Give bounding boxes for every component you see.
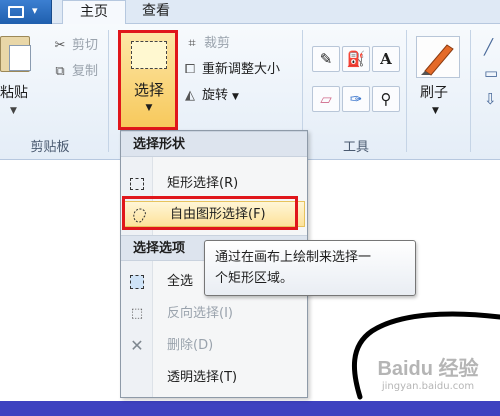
magnifier-tool[interactable]: ⚲ bbox=[372, 86, 400, 112]
ribbon-tabstrip: ▾ 主页 查看 bbox=[0, 0, 500, 25]
group-separator bbox=[108, 30, 109, 152]
cut-label: 剪切 bbox=[72, 38, 99, 53]
crop-label: 裁剪 bbox=[204, 36, 231, 51]
app-menu-button[interactable]: ▾ bbox=[0, 0, 52, 24]
menu-item-rect-select[interactable]: 矩形选择(R) bbox=[121, 171, 307, 197]
copy-icon: ⧉ bbox=[55, 64, 65, 79]
shape-arrow-icon[interactable]: ⇩ bbox=[484, 90, 497, 108]
shape-rectangle-icon[interactable]: ▭ bbox=[484, 64, 498, 82]
watermark-logo: Baidu 经验 bbox=[377, 358, 479, 380]
clipboard-group-label: 剪贴板 bbox=[30, 140, 70, 155]
brush-icon bbox=[421, 44, 454, 76]
delete-label: 删除(D) bbox=[167, 338, 214, 353]
fill-bucket-icon: ⛽ bbox=[346, 50, 366, 68]
crop-icon: ⌗ bbox=[188, 36, 196, 51]
group-separator bbox=[406, 30, 407, 152]
chevron-down-icon[interactable]: ▼ bbox=[432, 106, 439, 116]
chevron-down-icon: ▼ bbox=[232, 92, 239, 102]
rotate-button[interactable]: ◭ 旋转 ▼ bbox=[182, 86, 239, 106]
tooltip-line-1: 通过在画布上绘制来选择一 bbox=[215, 250, 372, 265]
resize-label: 重新调整大小 bbox=[202, 62, 281, 77]
eyedropper-icon: ✑ bbox=[349, 90, 363, 108]
menu-header-shape: 选择形状 bbox=[121, 131, 307, 157]
magnifier-icon: ⚲ bbox=[380, 90, 392, 108]
copy-button[interactable]: ⧉ 复制 bbox=[52, 62, 98, 82]
fill-tool[interactable]: ⛽ bbox=[342, 46, 370, 72]
chevron-down-icon[interactable]: ▼ bbox=[10, 106, 17, 116]
group-separator bbox=[470, 30, 471, 152]
rotate-label: 旋转 bbox=[202, 88, 229, 103]
paste-button[interactable]: 粘贴 bbox=[0, 82, 28, 102]
tab-home[interactable]: 主页 bbox=[62, 0, 126, 25]
shape-line-icon[interactable]: ╱ bbox=[484, 38, 493, 56]
select-all-icon bbox=[127, 273, 147, 291]
select-all-label: 全选 bbox=[167, 274, 194, 289]
eraser-tool[interactable]: ▱ bbox=[312, 86, 340, 112]
rect-select-label: 矩形选择(R) bbox=[167, 176, 239, 191]
pencil-tool[interactable]: ✎ bbox=[312, 46, 340, 72]
free-select-highlight-box bbox=[122, 196, 298, 230]
menu-item-transparent-select[interactable]: 透明选择(T) bbox=[121, 365, 307, 391]
tooltip: 通过在画布上绘制来选择一 个矩形区域。 bbox=[204, 240, 416, 296]
invert-select-icon: ⬚ bbox=[130, 306, 144, 321]
transparent-label: 透明选择(T) bbox=[167, 370, 238, 385]
watermark: Baidu 经验 jingyan.baidu.com bbox=[360, 352, 496, 392]
cut-button[interactable]: ✂ 剪切 bbox=[52, 36, 98, 56]
rectangle-select-icon bbox=[127, 175, 147, 193]
eraser-icon: ▱ bbox=[320, 90, 332, 108]
tools-group-label: 工具 bbox=[342, 140, 369, 155]
select-highlight-box bbox=[118, 30, 178, 130]
text-icon: A bbox=[380, 50, 392, 68]
brushes-button[interactable] bbox=[416, 36, 460, 78]
crop-button[interactable]: ⌗ 裁剪 bbox=[184, 34, 230, 54]
scissors-icon: ✂ bbox=[54, 38, 66, 53]
resize-icon: ⧠ bbox=[184, 62, 196, 77]
brushes-label: 刷子 bbox=[420, 85, 448, 101]
watermark-url: jingyan.baidu.com bbox=[381, 381, 475, 392]
tab-view[interactable]: 查看 bbox=[128, 0, 184, 24]
status-bar bbox=[0, 401, 500, 416]
menu-item-delete[interactable]: ✕ 删除(D) bbox=[121, 333, 307, 359]
invert-label: 反向选择(I) bbox=[167, 306, 233, 321]
paint-menu-icon bbox=[8, 6, 24, 18]
resize-button[interactable]: ⧠ 重新调整大小 bbox=[182, 60, 280, 80]
text-tool[interactable]: A bbox=[372, 46, 400, 72]
tooltip-line-2: 个矩形区域。 bbox=[215, 271, 294, 286]
rotate-icon: ◭ bbox=[185, 88, 195, 103]
color-picker-tool[interactable]: ✑ bbox=[342, 86, 370, 112]
delete-icon: ✕ bbox=[130, 336, 144, 355]
clipboard-icon bbox=[0, 36, 31, 72]
copy-label: 复制 bbox=[72, 64, 99, 79]
chevron-down-icon: ▾ bbox=[32, 4, 38, 17]
menu-item-invert-select[interactable]: ⬚ 反向选择(I) bbox=[121, 301, 307, 327]
pencil-icon: ✎ bbox=[319, 50, 333, 68]
